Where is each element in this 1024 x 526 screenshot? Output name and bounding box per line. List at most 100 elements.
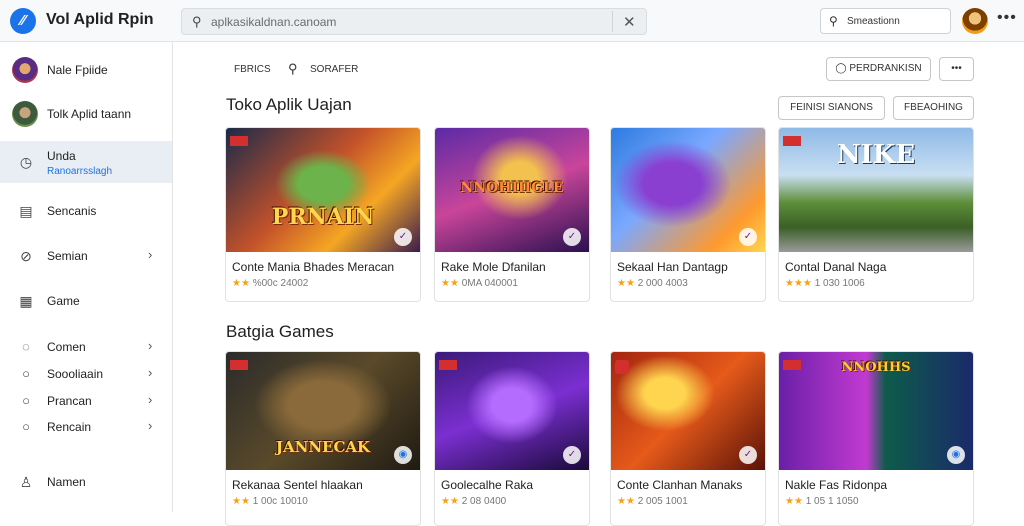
sidebar-item-active[interactable]: ◷ Unda Ranoarrsslagh (0, 141, 172, 183)
more-menu-icon[interactable]: ••• (997, 9, 1017, 27)
circle-icon: ○ (22, 366, 30, 381)
app-card[interactable]: NIKE Contal Danal Naga ★★★ 1 030 1006 (778, 127, 974, 302)
badge-icon: ✓ (739, 228, 757, 246)
game-thumbnail: ✓ (435, 352, 589, 470)
sidebar-profile-2[interactable]: Tolk Aplid taann (0, 93, 172, 135)
sidebar-item-label: Sencanis (47, 204, 97, 218)
badge-icon: ✓ (394, 228, 412, 246)
app-rating: ★★ 0MA 040001 (441, 278, 518, 289)
tag-icon: ⊘ (20, 248, 32, 264)
chevron-right-icon: › (148, 338, 153, 353)
sidebar-item-3[interactable]: ▦ Game (0, 280, 172, 322)
app-logo-icon[interactable]: ⁄⁄ (10, 8, 36, 34)
app-thumbnail: PRNAIN ✓ (226, 128, 420, 252)
chevron-right-icon: › (148, 418, 153, 433)
badge-icon: ✓ (563, 446, 581, 464)
avatar (12, 57, 38, 83)
tab-first[interactable]: FBRICS (234, 64, 271, 75)
more-options-button[interactable]: ••• (939, 57, 974, 81)
rating-count: 0MA 040001 (461, 278, 518, 289)
rating-count: %00c 24002 (252, 278, 309, 289)
app-rating: ★★ 2 000 4003 (617, 278, 688, 289)
art-title-text: PRNAIN (271, 204, 375, 230)
hot-tag-icon (230, 136, 248, 146)
sidebar: Nale Fpiide Tolk Aplid taann ◷ Unda Rano… (0, 42, 173, 512)
primary-action-button[interactable]: ◯ PERDRANKISN (826, 57, 931, 81)
search-icon[interactable]: ⚲ (288, 61, 298, 77)
sidebar-subitem-1[interactable]: ◌ Comen › (0, 333, 172, 360)
search-divider (612, 11, 613, 32)
sidebar-item-label: Namen (47, 475, 86, 489)
sidebar-profile-1[interactable]: Nale Fpiide (0, 49, 172, 91)
hot-tag-icon (230, 360, 248, 370)
search-icon: ⚲ (192, 14, 202, 29)
hot-tag-icon (439, 360, 457, 370)
sidebar-item-label: Semian (47, 249, 88, 263)
filter-button-2[interactable]: FBEAOHING (893, 96, 974, 120)
game-thumbnail: ✓ (611, 352, 765, 470)
app-card[interactable]: ✓ Sekaal Han Dantagp ★★ 2 000 4003 (610, 127, 766, 302)
rating-count: 2 005 1001 (637, 496, 688, 507)
game-title: Nakle Fas Ridonpa (785, 478, 888, 492)
app-card[interactable]: NNOHIIIGLE ✓ Rake Mole Dfanilan ★★ 0MA 0… (434, 127, 590, 302)
section-title-apps: Toko Aplik Uajan (226, 95, 352, 114)
art-title-text: NNOHIIIGLE (460, 180, 564, 196)
rating-count: 1 030 1006 (814, 278, 865, 289)
app-title: Conte Mania Bhades Meracan (232, 260, 395, 274)
star-rating-icon: ★★ (785, 496, 803, 507)
clear-icon[interactable]: ✕ (623, 13, 636, 31)
sidebar-item-label: Unda (47, 149, 76, 163)
game-card[interactable]: ✓ Conte Clanhan Manaks ★★ 2 005 1001 (610, 351, 766, 526)
sidebar-item-1[interactable]: ▤ Sencanis (0, 190, 172, 232)
star-rating-icon: ★★ (441, 496, 459, 507)
sidebar-item-2[interactable]: ⊘ Semian › (0, 235, 172, 277)
game-thumbnail: NNOHHS ◉ (779, 352, 973, 470)
app-card[interactable]: PRNAIN ✓ Conte Mania Bhades Meracan ★★ %… (225, 127, 421, 302)
game-card[interactable]: NNOHHS ◉ Nakle Fas Ridonpa ★★ 1 05 1 105… (778, 351, 974, 526)
app-title: Rake Mole Dfanilan (441, 260, 546, 274)
badge-icon: ◉ (947, 446, 965, 464)
badge-icon: ✓ (563, 228, 581, 246)
rating-count: 1 05 1 1050 (805, 496, 859, 507)
search-icon: ⚲ (829, 14, 838, 28)
art-title-text: JANNECAK (275, 438, 371, 456)
sidebar-subitem-4[interactable]: ○ Rencain › (0, 413, 172, 440)
section-title-games: Batgia Games (226, 322, 334, 341)
sidebar-item-label: Tolk Aplid taann (47, 107, 132, 121)
search-input[interactable]: aplkasikaldnan.canoam (211, 15, 336, 29)
secondary-search-input[interactable]: Smeastionn (847, 16, 900, 27)
app-thumbnail: NNOHIIIGLE ✓ (435, 128, 589, 252)
sidebar-item-label: Game (47, 294, 80, 308)
game-card[interactable]: JANNECAK ◉ Rekanaa Sentel hlaakan ★★ 1 0… (225, 351, 421, 526)
search-bar[interactable]: ⚲ aplkasikaldnan.canoam ✕ (181, 8, 647, 35)
art-title-text: NNOHHS (841, 360, 911, 375)
sidebar-subitem-2[interactable]: ○ Soooliaain › (0, 360, 172, 387)
sidebar-subitem-3[interactable]: ○ Prancan › (0, 387, 172, 414)
document-icon: ▤ (19, 203, 33, 219)
chevron-right-icon: › (148, 247, 153, 262)
sidebar-item-bottom[interactable]: ♙ Namen (0, 461, 172, 503)
app-title: Vol Aplid Rpin (46, 11, 154, 28)
badge-icon: ◉ (394, 446, 412, 464)
user-avatar[interactable] (962, 8, 988, 34)
circle-icon: ○ (22, 393, 30, 408)
art-title-text: NIKE (836, 140, 916, 170)
circle-icon: ◌ (22, 339, 30, 354)
rating-count: 2 08 0400 (461, 496, 507, 507)
person-icon: ♙ (19, 474, 33, 490)
rating-count: 2 000 4003 (637, 278, 688, 289)
top-bar: ⁄⁄ Vol Aplid Rpin ⚲ aplkasikaldnan.canoa… (0, 0, 1024, 42)
game-title: Rekanaa Sentel hlaakan (232, 478, 363, 492)
star-rating-icon: ★★ (232, 496, 250, 507)
app-title: Sekaal Han Dantagp (617, 260, 728, 274)
game-title: Goolecalhe Raka (441, 478, 534, 492)
badge-icon: ✓ (739, 446, 757, 464)
filter-button-1[interactable]: FEINISI SIANONS (778, 96, 885, 120)
clock-icon: ◷ (19, 154, 33, 170)
secondary-search[interactable]: ⚲ Smeastionn (820, 8, 951, 34)
rating-count: 1 00c 10010 (252, 496, 308, 507)
grid-icon: ▦ (19, 293, 33, 309)
star-rating-icon: ★★★ (785, 278, 812, 289)
game-card[interactable]: ✓ Goolecalhe Raka ★★ 2 08 0400 (434, 351, 590, 526)
tab-second[interactable]: SORAFER (310, 64, 358, 75)
